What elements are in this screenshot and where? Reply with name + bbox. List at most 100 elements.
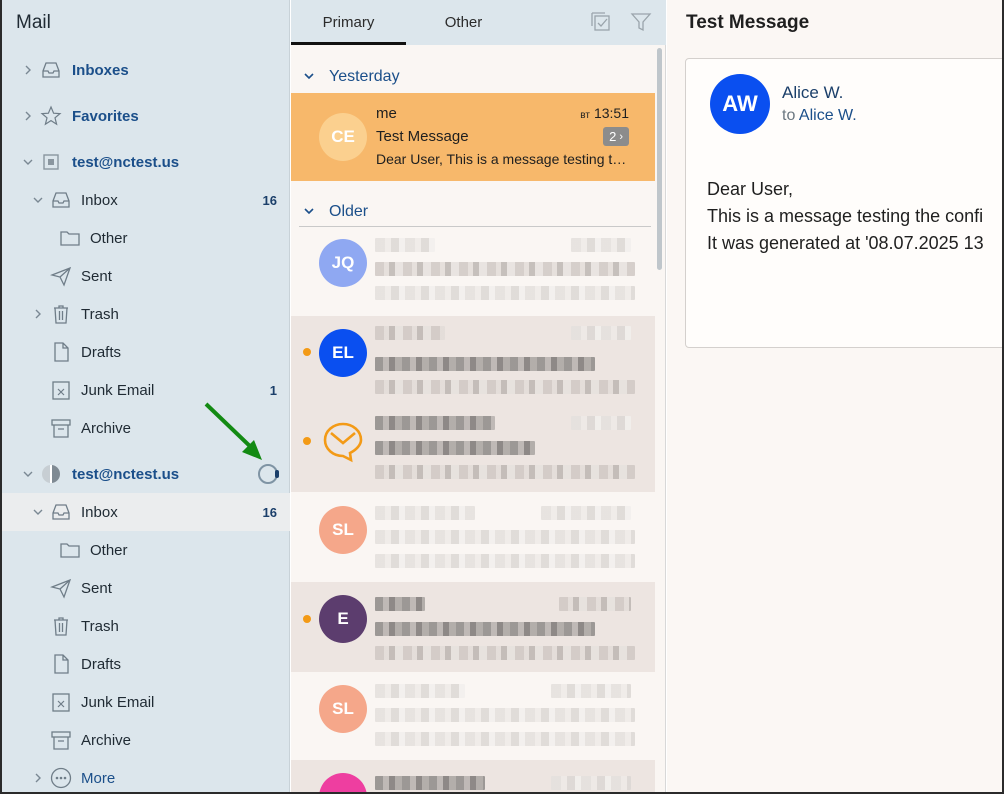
folder-inbox[interactable]: Inbox 16 — [2, 493, 290, 531]
chevron-right-icon[interactable] — [32, 308, 44, 320]
blurred-time — [571, 416, 631, 430]
chevron-down-icon[interactable] — [303, 70, 315, 82]
tab-primary[interactable]: Primary — [291, 0, 406, 45]
mark-all-read-icon[interactable] — [590, 11, 612, 33]
divider — [299, 226, 651, 227]
emclient-logo-icon — [323, 422, 363, 463]
sender-avatar: CE — [319, 113, 367, 161]
folder-label: Sent — [81, 580, 112, 597]
chevron-right-icon[interactable] — [32, 772, 44, 784]
trash-icon — [50, 303, 72, 325]
thread-count-badge[interactable]: 2 › — [603, 127, 629, 146]
message-item[interactable] — [291, 404, 655, 492]
app-title: Mail — [16, 12, 51, 33]
blurred-sender — [375, 506, 475, 520]
folder-sent[interactable]: Sent — [2, 257, 290, 295]
message-card: AW Alice W. to Alice W. Dear User, This … — [685, 58, 1002, 348]
tab-other[interactable]: Other — [406, 0, 521, 45]
folder-label: Drafts — [81, 344, 122, 361]
chevron-right-icon[interactable] — [22, 110, 34, 122]
account-square-icon — [40, 151, 62, 173]
folder-trash[interactable]: Trash — [2, 295, 290, 333]
message-item[interactable]: JQ — [291, 228, 655, 316]
folder-label: Drafts — [81, 656, 122, 673]
blurred-sender — [375, 326, 445, 340]
blurred-time — [559, 597, 631, 611]
message-item[interactable]: E — [291, 582, 655, 672]
folder-label: Trash — [81, 306, 119, 323]
archive-box-icon — [50, 417, 72, 439]
blurred-time — [541, 506, 631, 520]
chevron-right-icon[interactable] — [22, 64, 34, 76]
folder-other[interactable]: Other — [2, 531, 290, 569]
blurred-preview — [375, 286, 635, 300]
thread-count: 2 — [609, 129, 617, 144]
unread-count: 16 — [262, 505, 277, 520]
trash-icon — [50, 615, 72, 637]
folder-archive[interactable]: Archive — [2, 721, 290, 759]
folder-sent[interactable]: Sent — [2, 569, 290, 607]
folder-label: Junk Email — [81, 382, 155, 399]
folder-inbox[interactable]: Inbox 16 — [2, 181, 290, 219]
folder-trash[interactable]: Trash — [2, 607, 290, 645]
group-header-older[interactable]: Older — [291, 197, 651, 227]
blurred-time — [551, 684, 631, 698]
sender-avatar: E — [319, 595, 367, 643]
body-line: This is a message testing the confi — [707, 206, 984, 226]
folder-junk[interactable]: Junk Email — [2, 683, 290, 721]
blurred-subject — [375, 262, 635, 276]
nav-inboxes[interactable]: Inboxes — [2, 51, 290, 89]
recipient-line: to Alice W. — [782, 107, 857, 125]
blurred-preview — [375, 465, 635, 479]
message-item[interactable]: SL — [291, 672, 655, 760]
sender-avatar: JQ — [319, 239, 367, 287]
chevron-down-icon[interactable] — [32, 506, 44, 518]
sender-avatar[interactable]: AW — [710, 74, 770, 134]
folder-drafts[interactable]: Drafts — [2, 645, 290, 683]
message-item[interactable] — [291, 760, 655, 792]
chevron-down-icon[interactable] — [22, 468, 34, 480]
mail-app-window: Mail Inboxes Favorites test@nctest.us In… — [0, 0, 1004, 794]
message-sender: me — [376, 105, 397, 122]
chevron-down-icon[interactable] — [303, 205, 315, 217]
blurred-preview — [375, 380, 635, 394]
sender-avatar: SL — [319, 685, 367, 733]
folder-label: Trash — [81, 618, 119, 635]
folder-label: Other — [90, 542, 128, 559]
nav-more[interactable]: More — [2, 759, 290, 792]
body-line: It was generated at '08.07.2025 13 — [707, 233, 984, 253]
list-scrollbar[interactable] — [657, 48, 662, 270]
account-label: test@nctest.us — [72, 154, 180, 171]
recipient-name[interactable]: Alice W. — [799, 107, 857, 124]
message-item[interactable]: SL — [291, 492, 655, 582]
folder-drafts[interactable]: Drafts — [2, 333, 290, 371]
recipient-prefix: to — [782, 107, 796, 124]
star-icon — [40, 105, 62, 127]
folder-label: Archive — [81, 420, 132, 437]
folder-label: Sent — [81, 268, 112, 285]
account-row[interactable]: test@nctest.us — [2, 143, 290, 181]
message-title: Test Message — [686, 12, 810, 33]
account-split-circle-icon — [40, 463, 62, 485]
sender-name[interactable]: Alice W. — [782, 83, 843, 103]
blurred-subject — [375, 357, 595, 371]
message-item[interactable]: EL — [291, 316, 655, 404]
folder-other[interactable]: Other — [2, 219, 290, 257]
nav-favorites[interactable]: Favorites — [2, 97, 290, 135]
list-tabs: Primary Other — [291, 0, 666, 45]
group-label: Yesterday — [329, 68, 400, 85]
unread-count: 1 — [269, 383, 277, 398]
inbox-tray-icon — [50, 189, 72, 211]
message-item-selected[interactable]: CE me вт 13:51 Test Message 2 › Dear User,… — [291, 93, 655, 181]
chevron-right-icon: › — [619, 130, 623, 143]
message-time: вт 13:51 — [580, 105, 629, 121]
filter-icon[interactable] — [630, 11, 652, 33]
group-header-yesterday[interactable]: Yesterday — [291, 62, 651, 92]
reading-pane: Test Message AW Alice W. to Alice W. Dea… — [667, 0, 1002, 792]
nav-inboxes-label: Inboxes — [72, 62, 129, 79]
paper-plane-icon — [49, 577, 72, 599]
chevron-down-icon[interactable] — [22, 156, 34, 168]
sender-avatar — [319, 773, 367, 792]
message-body: Dear User, This is a message testing the… — [707, 176, 984, 257]
chevron-down-icon[interactable] — [32, 194, 44, 206]
